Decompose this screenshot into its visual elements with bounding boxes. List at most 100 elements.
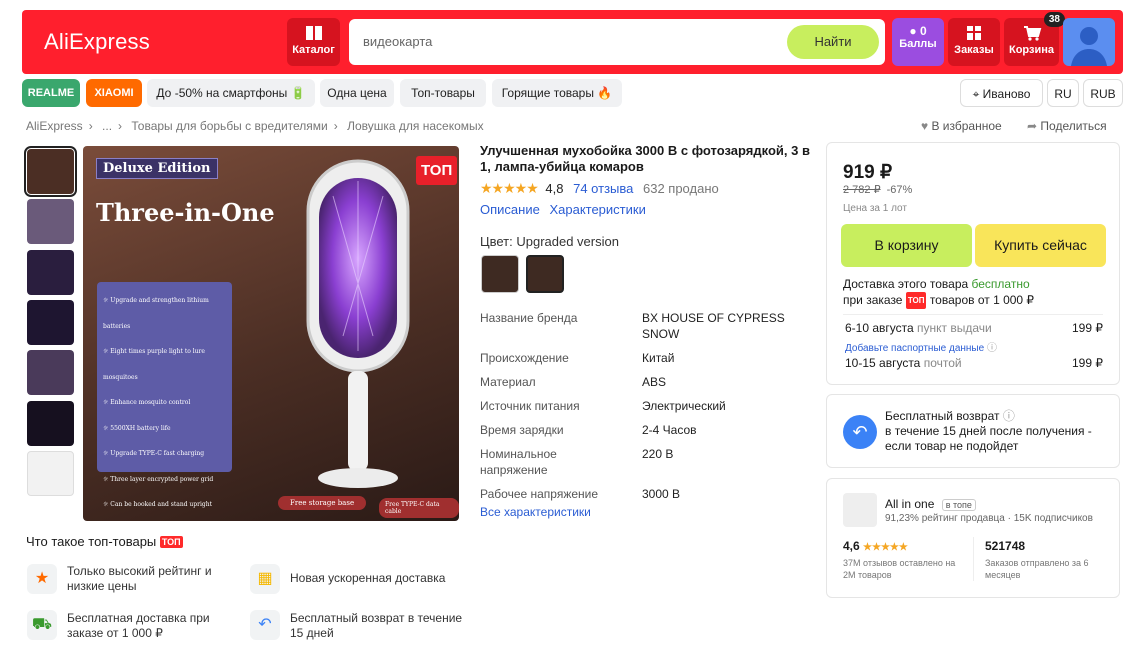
thumbnail-1[interactable] <box>24 146 77 197</box>
thumbnail-6[interactable] <box>27 401 74 446</box>
top-feature-free-shipping: Бесплатная доставка при заказе от 1 000 … <box>67 611 210 640</box>
chip-xiaomi[interactable]: XIAOMI <box>86 79 142 107</box>
tab-specs[interactable]: Характеристики <box>549 202 645 217</box>
search-button[interactable]: Найти <box>787 25 879 59</box>
thumbnail-3[interactable] <box>27 250 74 295</box>
current-price: 919 ₽ <box>843 162 893 183</box>
returns-card: ↶ Бесплатный возврат ⓘ в течение 15 дней… <box>826 394 1120 468</box>
divider <box>843 314 1103 315</box>
store-card: All in one в топе 91,23% рейтинг продавц… <box>826 478 1120 598</box>
breadcrumb-item[interactable]: Товары для борьбы с вредителями <box>131 119 327 133</box>
favorite-button[interactable]: ♥ В избранное <box>921 119 1002 133</box>
catalog-label: Каталог <box>292 44 335 56</box>
points-count: 0 <box>919 24 927 38</box>
book-icon <box>305 26 322 40</box>
user-icon <box>1071 27 1107 66</box>
info-icon: ⓘ <box>1002 409 1015 423</box>
chip-top-goods[interactable]: Топ-товары <box>400 79 486 107</box>
add-passport-link[interactable]: Добавьте паспортные данные ⓘ <box>845 339 997 354</box>
search-input[interactable]: видеокарта <box>363 34 432 49</box>
top-feature-free-return: Бесплатный возврат в течение 15 дней <box>290 611 463 640</box>
buy-box: 919 ₽ 2 782 ₽ -67% Цена за 1 лот В корзин… <box>826 142 1120 385</box>
image-feature: ☼ Upgrade TYPE-C fast charging <box>103 450 205 457</box>
spec-row: Название бренда BX HOUSE OF CYPRESS SNOW <box>480 311 785 341</box>
delivery-option-pickup[interactable]: 6-10 августа пункт выдачи <box>845 321 992 335</box>
buy-now-button[interactable]: Купить сейчас <box>975 224 1106 267</box>
spec-row: Материал ABS <box>480 375 667 389</box>
aliexpress-logo[interactable]: AliExpress <box>44 29 150 55</box>
product-main-image[interactable]: Deluxe Edition Three-in-One ТОП ☼ Upgrad… <box>83 146 459 521</box>
top-goods-heading: Что такое топ-товары ТОП <box>26 534 183 549</box>
returns-text: в течение 15 дней после получения - если… <box>885 424 1092 453</box>
info-icon: ⓘ <box>986 343 997 354</box>
share-button[interactable]: ➦ Поделиться <box>1027 119 1107 133</box>
return-arrow-icon: ↶ <box>843 415 877 449</box>
cart-count-badge: 38 <box>1043 12 1065 27</box>
store-score-note: 37M отзывов оставлено на 2M товаров <box>843 558 956 580</box>
orders-button[interactable]: Заказы <box>948 18 1000 66</box>
language-selector[interactable]: RU <box>1047 79 1079 107</box>
location-icon: ⌖ <box>972 87 980 101</box>
store-name[interactable]: All in one <box>885 497 934 511</box>
thumbnail-7[interactable] <box>27 451 74 496</box>
delivery-price: 199 ₽ <box>1072 321 1103 335</box>
shipping-text: Доставка этого товара <box>843 277 972 291</box>
specs-table: Название бренда BX HOUSE OF CYPRESS SNOW … <box>480 310 810 510</box>
discount: -67% <box>886 184 913 196</box>
points-icon: ● <box>909 24 917 38</box>
city-selector[interactable]: ⌖ Иваново <box>960 79 1043 107</box>
cart-button[interactable]: Корзина 38 <box>1004 12 1065 66</box>
delivery-price: 199 ₽ <box>1072 356 1103 370</box>
thumbnail-5[interactable] <box>27 350 74 395</box>
old-price: 2 782 ₽ <box>843 184 881 196</box>
thumbnail-4[interactable] <box>27 300 74 345</box>
reviews-link[interactable]: 74 отзыва <box>573 181 633 196</box>
chip-one-price[interactable]: Одна цена <box>320 79 394 107</box>
chip-realme[interactable]: REALME <box>22 79 80 107</box>
star-icon: ★ <box>27 564 57 594</box>
currency-selector[interactable]: RUB <box>1083 79 1123 107</box>
favorite-label: В избранное <box>931 119 1002 133</box>
product-tabs: Описание Характеристики <box>480 202 646 217</box>
all-specs-link[interactable]: Все характеристики <box>480 505 591 519</box>
image-feature: ☼ Enhance mosquito control <box>103 399 191 406</box>
thumbnail-2[interactable] <box>27 199 74 244</box>
image-feature: ☼ Can be hooked and stand upright <box>103 501 213 508</box>
points-button[interactable]: ● 0 Баллы <box>892 18 944 66</box>
store-orders: 521748 <box>985 539 1026 553</box>
color-label: Цвет: Upgraded version <box>480 234 619 249</box>
image-edition-label: Deluxe Edition <box>96 158 218 179</box>
image-feature: ☼ Eight times purple light to lure mosqu… <box>103 348 205 381</box>
delivery-option-post[interactable]: 10-15 августа почтой <box>845 356 962 370</box>
image-feature: ☼ 5500XH battery life <box>103 424 171 432</box>
store-orders-note: Заказов отправлено за 6 месяцев <box>985 558 1089 580</box>
top-feature-delivery: Новая ускоренная доставка <box>290 571 446 585</box>
image-cable-label: Free TYPE-C data cable <box>379 498 459 518</box>
catalog-button[interactable]: Каталог <box>287 18 340 66</box>
rating-row: ★★★★★ 4,8 74 отзыва 632 продано <box>480 180 719 197</box>
search-bar: видеокарта Найти <box>349 19 885 65</box>
color-swatch[interactable] <box>481 255 519 293</box>
shipping-text: товаров от 1 000 ₽ <box>926 293 1035 307</box>
color-swatch-selected[interactable] <box>526 255 564 293</box>
returns-info: Бесплатный возврат ⓘ в течение 15 дней п… <box>885 409 1105 454</box>
breadcrumb-item[interactable]: Ловушка для насекомых <box>347 119 484 133</box>
chip-hot-goods[interactable]: Горящие товары 🔥 <box>492 79 622 107</box>
spec-row: Источник питания Электрический <box>480 399 726 413</box>
orders-icon <box>967 26 981 40</box>
add-to-cart-button[interactable]: В корзину <box>841 224 972 267</box>
divider <box>973 537 974 581</box>
tab-description[interactable]: Описание <box>480 202 540 217</box>
image-feature-list: ☼ Upgrade and strengthen lithium batteri… <box>97 282 232 508</box>
breadcrumb-item[interactable]: ... <box>102 119 112 133</box>
user-avatar[interactable] <box>1063 18 1115 66</box>
chip-smartphones[interactable]: До -50% на смартфоны 🔋 <box>147 79 315 107</box>
old-price-row: 2 782 ₽ -67% <box>843 183 912 196</box>
per-lot-label: Цена за 1 лот <box>843 203 907 214</box>
spec-row: Номинальное напряжение 220 В <box>480 447 674 477</box>
chevron-right-icon: › <box>333 119 338 133</box>
store-icon[interactable] <box>843 493 877 527</box>
breadcrumb-item[interactable]: AliExpress <box>26 119 83 133</box>
store-score-row: 4,6 ★★★★★ <box>843 539 908 553</box>
city-label: Иваново <box>982 87 1031 101</box>
